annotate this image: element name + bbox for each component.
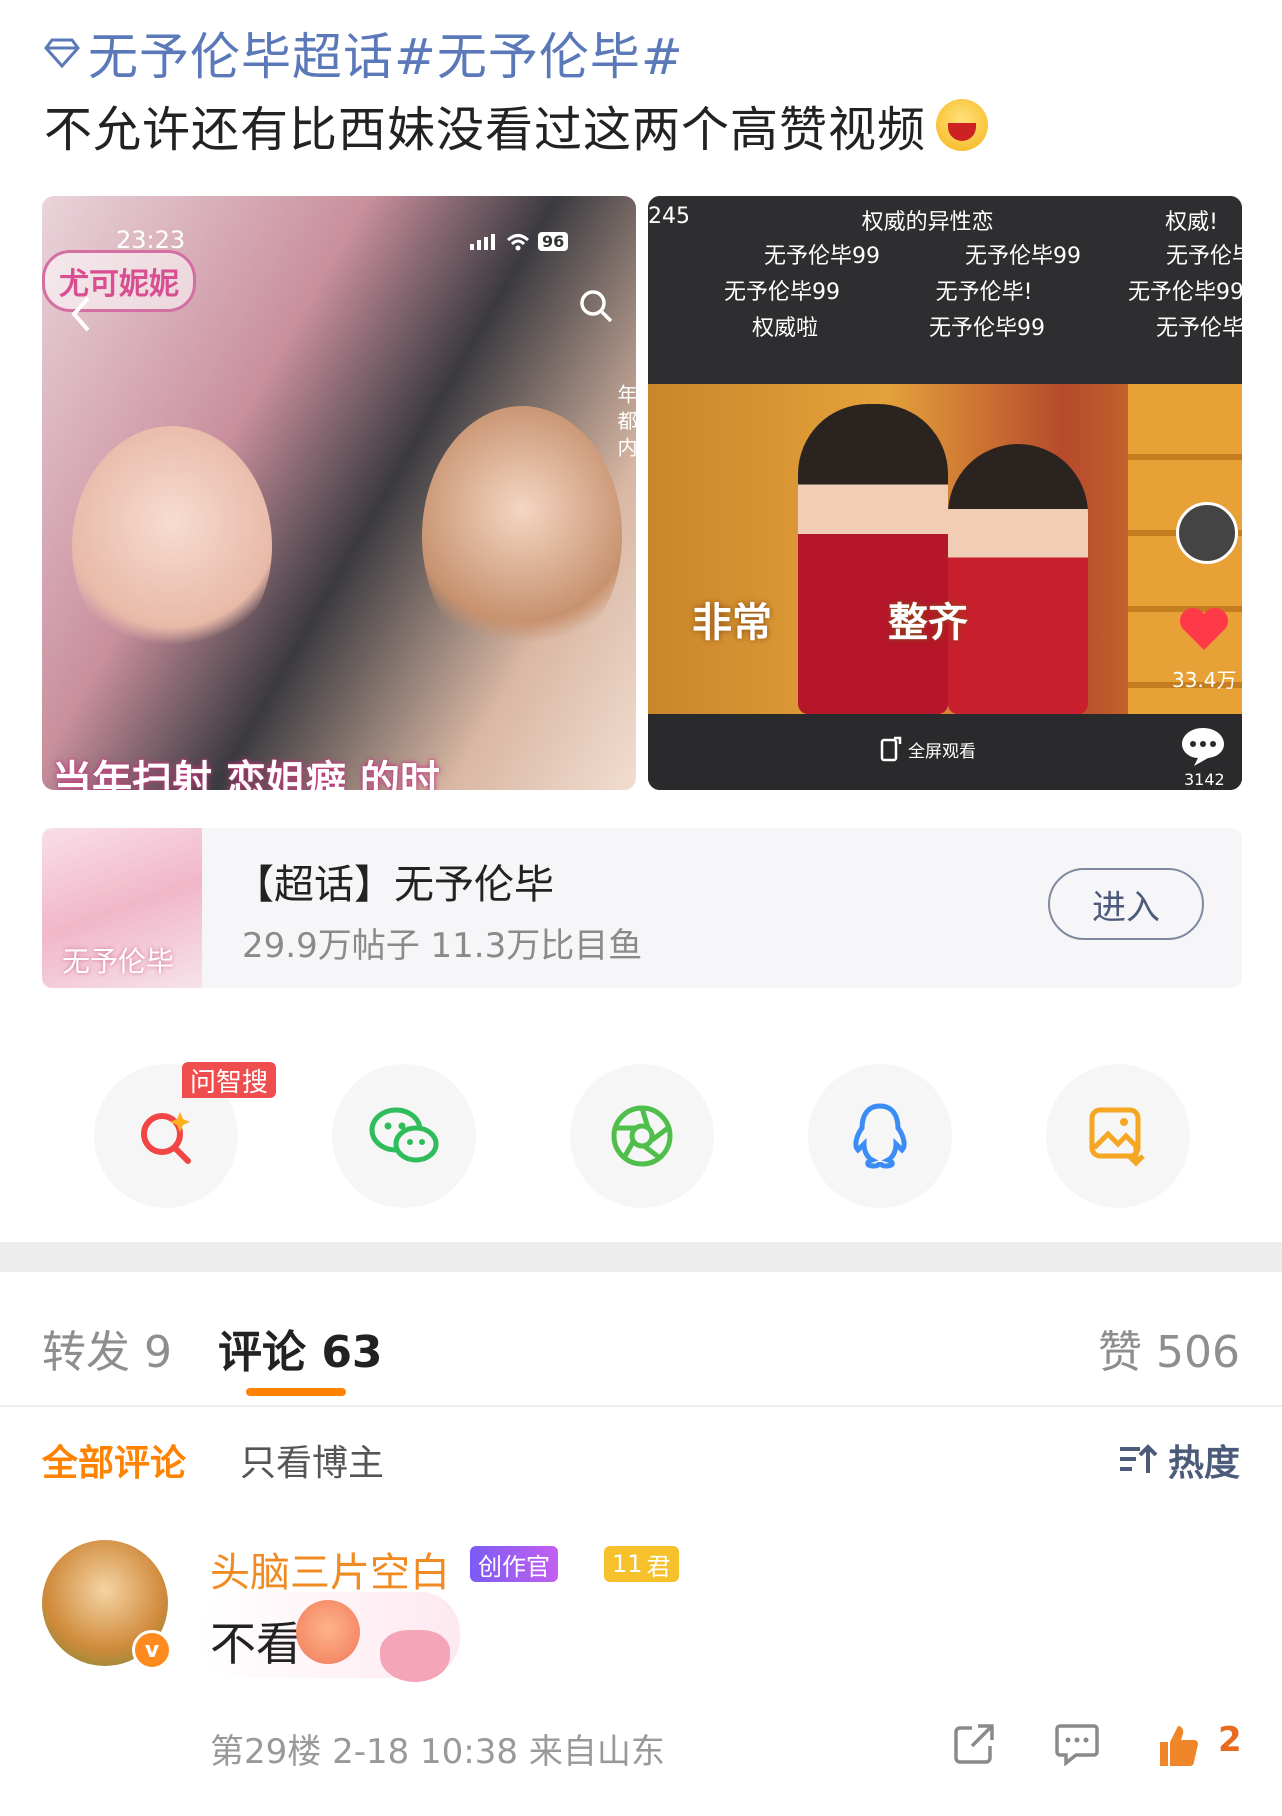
- creator-badge-text: 创作官: [478, 1552, 550, 1581]
- ai-tag: 问智搜: [182, 1062, 277, 1098]
- wechat-icon: [369, 1107, 439, 1163]
- filter-all-comments[interactable]: 全部评论: [42, 1434, 186, 1486]
- chaohua-title: 【超话】无予伦毕: [234, 862, 554, 908]
- share-moments-button[interactable]: [570, 1064, 714, 1208]
- search-icon[interactable]: [578, 288, 614, 324]
- danmaku-text: 无予伦毕!: [935, 280, 1033, 305]
- comment-bubble-icon[interactable]: [1178, 724, 1228, 768]
- enter-button[interactable]: 进入: [1048, 868, 1204, 940]
- danmaku-text: 无予伦毕99: [964, 244, 1081, 269]
- search-ai-icon: [141, 1112, 191, 1164]
- status-icons: 96: [470, 232, 569, 251]
- video-frame-people: [42, 406, 636, 706]
- user-badge: 尤可妮妮: [42, 250, 196, 312]
- comment-like-count: 2: [1218, 1720, 1242, 1760]
- post-body: 不允许还有比西妹没看过这两个高赞视频: [44, 90, 989, 160]
- danmaku-text: 权威的异性恋: [861, 210, 994, 235]
- comment-text: 不看: [210, 1617, 302, 1671]
- creator-badge[interactable]: 创作官: [470, 1546, 558, 1582]
- fullscreen-button[interactable]: 全屏观看: [880, 736, 976, 762]
- person-right: [422, 406, 622, 666]
- verified-icon: v: [132, 1630, 172, 1670]
- sort-icon: [1119, 1444, 1158, 1473]
- comment-meta: 第29楼 2-18 10:38 来自山东: [210, 1732, 665, 1772]
- signal-icon: [470, 233, 495, 250]
- danmaku-row-4: 权威啦 无予伦毕99 无予伦毕: [752, 310, 1242, 342]
- enter-button-label: 进入: [1092, 887, 1160, 928]
- topic-text: 无予伦毕超话#无予伦毕#: [88, 28, 684, 86]
- danmaku-text: 权威啦: [752, 316, 819, 341]
- tab-like[interactable]: 赞 506: [1098, 1316, 1240, 1380]
- danmaku-text: 无予伦毕99: [764, 244, 880, 269]
- video-frame-stage: 非常 整齐: [648, 384, 1242, 714]
- thumbs-up-icon[interactable]: [1156, 1722, 1200, 1768]
- danmaku-text: 无予伦毕99: [929, 316, 1045, 341]
- person-left: [798, 404, 948, 714]
- share-icon[interactable]: [952, 1722, 996, 1766]
- tab-comment[interactable]: 评论 63: [218, 1316, 383, 1380]
- topic-link[interactable]: 无予伦毕超话#无予伦毕#: [44, 18, 684, 88]
- section-divider: [0, 1242, 1282, 1272]
- save-image-icon: [1089, 1107, 1145, 1167]
- filter-owner-only[interactable]: 只看博主: [240, 1434, 384, 1486]
- video-thumbnail-left[interactable]: 23:23 96 尤可妮妮 年 都 内 当年扫射 恋姐癖 的时: [42, 196, 636, 790]
- laughing-emoji-icon: [936, 99, 989, 151]
- level-number: 11: [612, 1550, 643, 1578]
- person-left: [72, 426, 272, 666]
- side-caption: 年 都 内: [614, 384, 636, 457]
- battery-level: 96: [538, 232, 569, 251]
- comment-username[interactable]: 头脑三片空白: [210, 1540, 450, 1598]
- tab-repost[interactable]: 转发 9: [42, 1316, 172, 1380]
- laughing-sticker-icon: [296, 1600, 360, 1664]
- caption-left: 非常: [692, 600, 772, 646]
- sort-button[interactable]: 热度: [1118, 1434, 1240, 1486]
- tab-divider: [0, 1405, 1282, 1407]
- wifi-icon: [506, 233, 530, 250]
- danmaku-text: 无予伦毕: [1155, 316, 1242, 341]
- author-avatar[interactable]: [1176, 502, 1238, 564]
- sort-label: 热度: [1167, 1443, 1240, 1484]
- danmaku-row-2: 无予伦毕99 无予伦毕99 无予伦毕: [764, 238, 1242, 270]
- like-count: 33.4万: [1172, 668, 1237, 692]
- level-badge-text: 君: [646, 1552, 671, 1581]
- danmaku-text: 无予伦毕99: [1127, 280, 1242, 305]
- video-thumbnail-right[interactable]: 245 权威的异性恋 权威! 无予伦毕99 无予伦毕99 无予伦毕 无予伦毕99…: [648, 196, 1242, 790]
- share-qq-button[interactable]: [808, 1064, 952, 1208]
- fullscreen-label: 全屏观看: [908, 741, 976, 762]
- save-image-button[interactable]: [1046, 1064, 1190, 1208]
- caption-right: 整齐: [888, 600, 968, 646]
- bubble-decoration-icon: [380, 1630, 450, 1682]
- danmaku-text: 权威!: [1165, 210, 1218, 235]
- qq-icon: [853, 1103, 907, 1169]
- share-wechat-button[interactable]: [332, 1064, 476, 1208]
- danmaku-row-3: 无予伦毕99 无予伦毕! 无予伦毕99: [724, 274, 1242, 306]
- reply-icon[interactable]: [1054, 1722, 1100, 1766]
- diamond-icon: [44, 38, 80, 68]
- moments-icon: [611, 1105, 673, 1167]
- danmaku-row-1: 245 权威的异性恋 权威!: [648, 204, 1242, 236]
- thumbnail-text: 无予伦毕: [62, 945, 175, 978]
- chaohua-thumbnail: 无予伦毕: [42, 828, 202, 988]
- back-arrow-icon[interactable]: [68, 294, 92, 334]
- fullscreen-icon: [880, 736, 902, 762]
- danmaku-text: 无予伦毕99: [724, 280, 840, 305]
- danmaku-text: 无予伦毕: [1165, 244, 1242, 269]
- chaohua-card[interactable]: 无予伦毕 【超话】无予伦毕 29.9万帖子 11.3万比目鱼 进入: [42, 828, 1242, 988]
- post-text: 不允许还有比西妹没看过这两个高赞视频: [44, 102, 927, 158]
- video-caption: 当年扫射 恋姐癖 的时: [52, 758, 440, 790]
- level-badge[interactable]: 11 君: [604, 1546, 679, 1582]
- ai-tag-text: 问智搜: [190, 1067, 269, 1098]
- chaohua-stats: 29.9万帖子 11.3万比目鱼: [242, 926, 643, 966]
- danmaku-text: 245: [648, 204, 690, 229]
- heart-icon[interactable]: [1178, 606, 1230, 652]
- person-right: [948, 444, 1088, 714]
- active-tab-indicator: [246, 1388, 346, 1396]
- comment-count: 3142: [1184, 770, 1225, 789]
